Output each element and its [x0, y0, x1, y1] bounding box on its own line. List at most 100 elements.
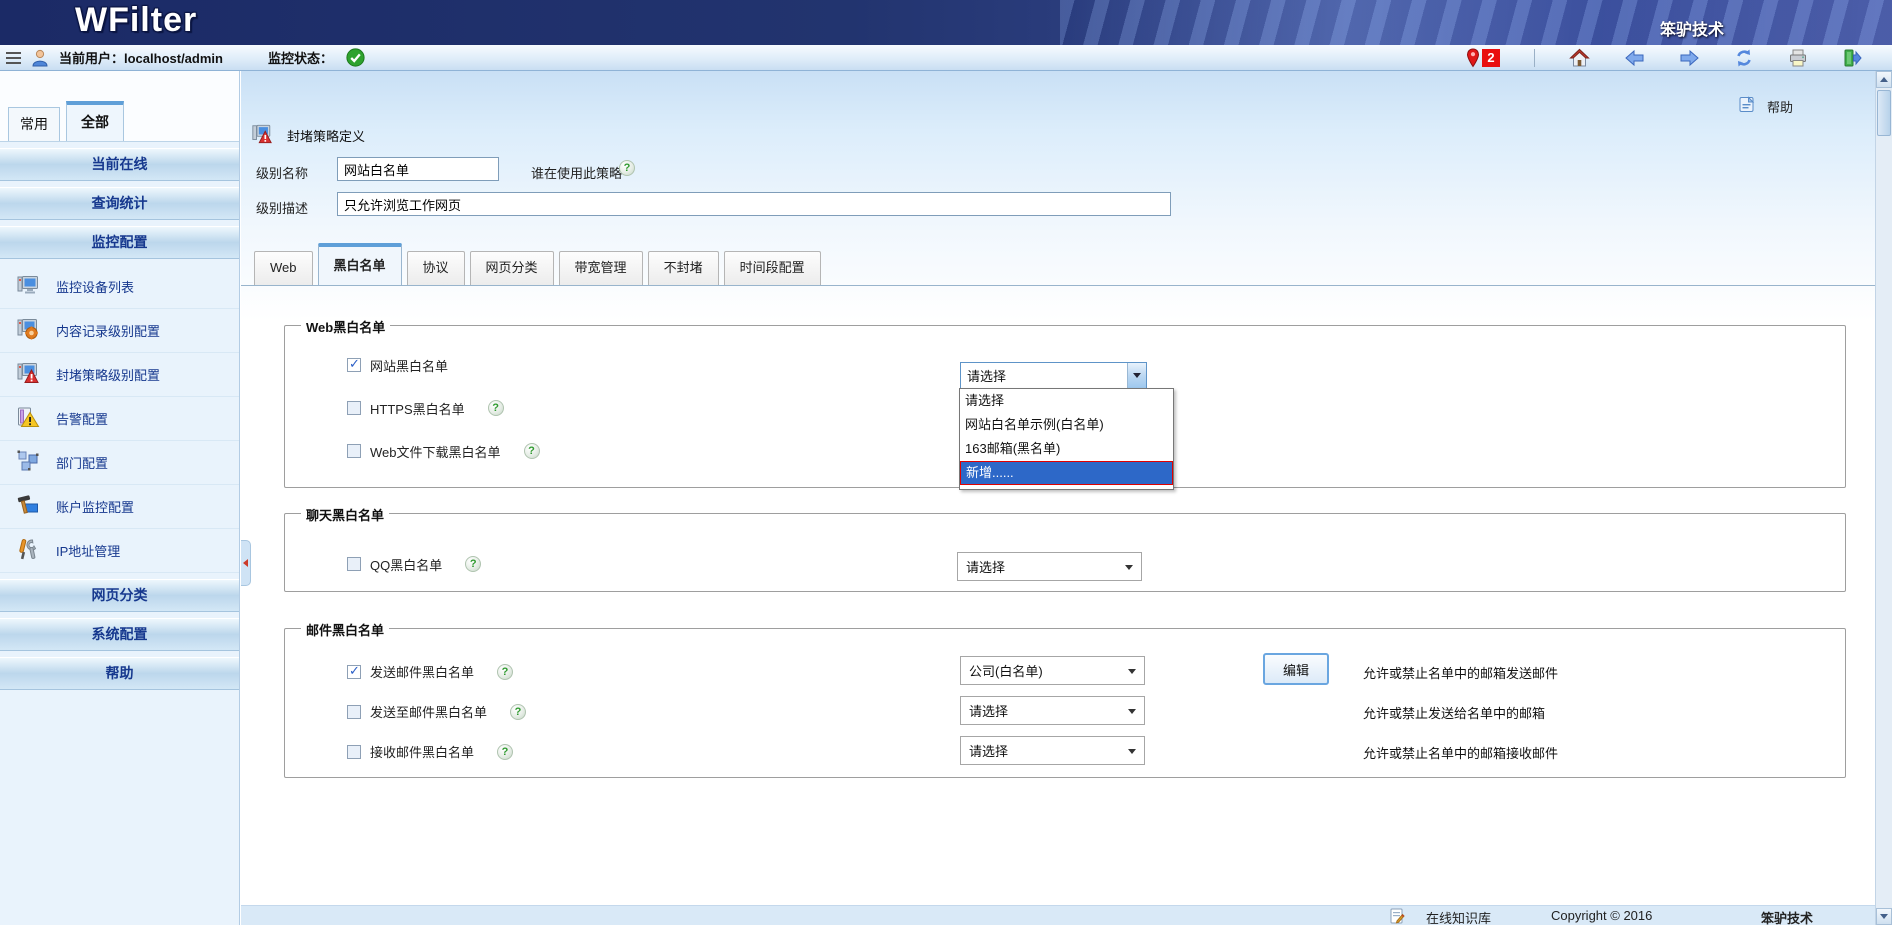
banner-building-art — [1060, 0, 1892, 45]
department-icon — [16, 449, 40, 476]
webfile-help-icon[interactable]: ? — [524, 443, 540, 459]
help-link[interactable]: 帮助 — [1738, 96, 1793, 116]
toolbar-separator — [1534, 49, 1535, 67]
send-mail-help-icon[interactable]: ? — [497, 664, 513, 680]
banner-brand-text: 笨驴技术 — [1660, 16, 1724, 40]
qq-blackwhite-checkbox[interactable] — [347, 557, 361, 571]
send-mail-select-value: 公司(白名单) — [969, 661, 1043, 680]
wfilter-logo: WFilter — [75, 1, 197, 40]
sidebar-group-system-config[interactable]: 系统配置 — [0, 618, 239, 651]
sidebar-group-current-online[interactable]: 当前在线 — [0, 148, 239, 181]
sidebar-item-label: 监控设备列表 — [56, 277, 134, 296]
sidebar-item-account-monitor-config[interactable]: 账户监控配置 — [0, 485, 239, 529]
webfile-download-checkbox[interactable] — [347, 444, 361, 458]
sidebar-group-web-category[interactable]: 网页分类 — [0, 579, 239, 612]
send-mail-row: 发送邮件黑白名单 ? 公司(白名单) 编辑 允许或禁止名单中的邮箱发送邮件 — [285, 656, 1845, 688]
who-uses-help-icon[interactable]: ? — [619, 160, 635, 176]
send-to-mail-checkbox[interactable] — [347, 705, 361, 719]
alert-pin-icon[interactable] — [1465, 48, 1481, 68]
receive-mail-check-group: 接收邮件黑白名单 ? — [347, 742, 513, 761]
print-icon[interactable] — [1788, 48, 1808, 68]
sidebar-item-alert-config[interactable]: 告警配置 — [0, 397, 239, 441]
page-title: 封堵策略定义 — [251, 123, 365, 148]
dropdown-option-new[interactable]: 新增...... — [960, 461, 1173, 485]
receive-mail-checkbox[interactable] — [347, 745, 361, 759]
monitor-status-label: 监控状态： — [268, 48, 333, 67]
receive-mail-label: 接收邮件黑白名单 — [370, 742, 474, 761]
user-icon — [30, 48, 50, 68]
knowledge-base-link[interactable]: 在线知识库 — [1426, 908, 1491, 925]
tab-blackwhite-list[interactable]: 黑白名单 — [318, 243, 402, 285]
https-help-icon[interactable]: ? — [488, 400, 504, 416]
vertical-scrollbar[interactable] — [1875, 71, 1892, 925]
sidebar-group-query-stats[interactable]: 查询统计 — [0, 187, 239, 220]
level-name-input[interactable] — [337, 157, 499, 181]
sidebar-tab-common[interactable]: 常用 — [8, 107, 60, 141]
chevron-down-icon — [1128, 669, 1136, 674]
policy-tabstrip: Web 黑白名单 协议 网页分类 带宽管理 不封堵 时间段配置 — [241, 243, 1875, 286]
dropdown-option[interactable]: 请选择 — [960, 389, 1173, 413]
send-mail-checkbox[interactable] — [347, 665, 361, 679]
chat-blackwhite-section: 聊天黑白名单 QQ黑白名单 ? 请选择 — [284, 513, 1846, 592]
send-to-mail-select[interactable]: 请选择 — [960, 696, 1145, 725]
sidebar-item-label: 部门配置 — [56, 453, 108, 472]
sidebar-item-department-config[interactable]: 部门配置 — [0, 441, 239, 485]
toolbar-left: 当前用户：localhost/admin 监控状态： — [6, 45, 365, 70]
sidebar-collapse-handle[interactable] — [241, 540, 251, 586]
forward-icon[interactable] — [1679, 49, 1700, 67]
main-content: 帮助 封堵策略定义 级别名称 谁在使用此策略 ? 级别描述 Web 黑白名单 协… — [241, 71, 1875, 925]
send-mail-select[interactable]: 公司(白名单) — [960, 656, 1145, 685]
toolbar-right: 2 — [1465, 45, 1862, 70]
tab-bandwidth[interactable]: 带宽管理 — [559, 251, 643, 285]
level-name-label: 级别名称 — [256, 163, 308, 182]
website-list-combobox[interactable]: 请选择 — [960, 362, 1147, 389]
webfile-download-label: Web文件下载黑白名单 — [370, 442, 501, 461]
home-icon[interactable] — [1569, 48, 1590, 68]
tab-no-block[interactable]: 不封堵 — [648, 251, 719, 285]
edit-button[interactable]: 编辑 — [1263, 653, 1329, 685]
scrollbar-down-button[interactable] — [1876, 908, 1892, 925]
chevron-down-icon — [1133, 373, 1141, 378]
scrollbar-thumb[interactable] — [1877, 90, 1891, 136]
website-blackwhite-label: 网站黑白名单 — [370, 356, 448, 375]
website-list-dropdown: 请选择 网站白名单示例(白名单) 163邮箱(黑名单) 新增...... — [959, 388, 1174, 490]
footer-brand-link[interactable]: 笨驴技术 — [1761, 908, 1813, 925]
https-blackwhite-row: HTTPS黑白名单 ? — [347, 398, 504, 418]
level-desc-input[interactable] — [337, 192, 1171, 216]
tab-web-category[interactable]: 网页分类 — [470, 251, 554, 285]
receive-mail-help-icon[interactable]: ? — [497, 744, 513, 760]
receive-mail-select[interactable]: 请选择 — [960, 736, 1145, 765]
send-to-mail-help-icon[interactable]: ? — [510, 704, 526, 720]
sidebar-tab-all[interactable]: 全部 — [66, 101, 124, 141]
dropdown-option[interactable]: 163邮箱(黑名单) — [960, 437, 1173, 461]
sidebar-group-help[interactable]: 帮助 — [0, 657, 239, 690]
menu-icon[interactable] — [6, 52, 21, 64]
sidebar-group-monitor-config[interactable]: 监控配置 — [0, 226, 239, 259]
help-link-label[interactable]: 帮助 — [1767, 97, 1793, 116]
logout-icon[interactable] — [1842, 48, 1862, 68]
sidebar-item-record-level-config[interactable]: 内容记录级别配置 — [0, 309, 239, 353]
alert-pin-group[interactable]: 2 — [1465, 48, 1500, 68]
alert-count-badge[interactable]: 2 — [1482, 49, 1500, 67]
status-ok-icon — [346, 48, 365, 67]
dropdown-option[interactable]: 网站白名单示例(白名单) — [960, 413, 1173, 437]
tab-protocol[interactable]: 协议 — [407, 251, 465, 285]
scrollbar-up-button[interactable] — [1876, 71, 1892, 88]
webfile-download-row: Web文件下载黑白名单 ? — [347, 441, 540, 461]
tab-time-range[interactable]: 时间段配置 — [724, 251, 821, 285]
refresh-icon[interactable] — [1734, 48, 1754, 68]
who-uses-policy-label: 谁在使用此策略 — [531, 163, 622, 182]
tab-web[interactable]: Web — [254, 251, 313, 285]
sidebar-tabbar: 常用 全部 — [0, 71, 239, 142]
website-blackwhite-checkbox[interactable] — [347, 358, 361, 372]
sidebar-item-block-policy-config[interactable]: 封堵策略级别配置 — [0, 353, 239, 397]
sidebar-item-device-list[interactable]: 监控设备列表 — [0, 265, 239, 309]
back-icon[interactable] — [1624, 49, 1645, 67]
combobox-dropdown-button[interactable] — [1127, 363, 1146, 388]
qq-list-select[interactable]: 请选择 — [957, 552, 1142, 581]
sidebar-item-ip-address-management[interactable]: IP地址管理 — [0, 529, 239, 573]
https-blackwhite-checkbox[interactable] — [347, 401, 361, 415]
qq-select-value: 请选择 — [966, 557, 1005, 576]
arrow-down-icon — [1880, 914, 1888, 919]
qq-help-icon[interactable]: ? — [465, 556, 481, 572]
